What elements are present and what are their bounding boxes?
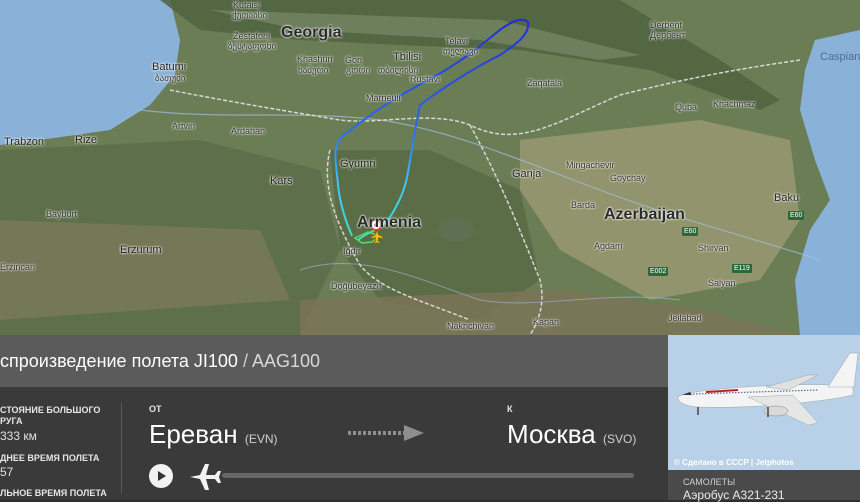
destination-city-name: Москва: [507, 419, 596, 449]
flight-map[interactable]: Georgia Armenia Azerbaijan Caspian Kutai…: [0, 0, 860, 335]
label-telavi: Telavi: [445, 36, 469, 46]
aircraft-photo-image: [668, 335, 860, 470]
playback-header: спроизведение полета JI100 / AAG100: [0, 335, 668, 387]
label-kutaisi-ka: ქუთაისი: [232, 10, 268, 20]
label-ardahan: Ardahan: [231, 126, 266, 136]
avg-time-label: ДНЕЕ ВРЕМЯ ПОЛЕТА: [0, 453, 100, 463]
aircraft-label: САМОЛЕТЫ: [683, 477, 736, 487]
label-rize: Rize: [75, 134, 98, 146]
label-igdir: Iğdır: [343, 246, 362, 256]
label-ganja: Ganja: [512, 168, 542, 180]
label-caspian: Caspian: [820, 51, 860, 63]
label-artvin: Artvin: [172, 121, 196, 131]
destination-code: (SVO): [603, 432, 637, 446]
origin-code: (EVN): [244, 432, 278, 446]
label-marneuli: Marneuli: [366, 93, 401, 103]
label-tbilisi: Tbilisi: [393, 51, 422, 63]
road-shield-e60-baku: E60: [788, 211, 805, 220]
destination-city[interactable]: Москва (SVO): [507, 419, 636, 450]
label-kapan: Kapan: [533, 317, 560, 327]
photo-credit[interactable]: © Сделано в СССР | Jetphotos: [674, 458, 794, 467]
label-dogubeyazit: Doğubeyazıt: [331, 281, 382, 291]
label-trabzon: Trabzon: [4, 136, 44, 148]
avg-time-value: 57: [0, 465, 14, 479]
label-georgia: Georgia: [281, 24, 342, 41]
playback-timeline-slider[interactable]: [222, 473, 634, 478]
page-title: спроизведение полета JI100 / AAG100: [0, 351, 320, 372]
label-shirvan: Shirvan: [698, 243, 729, 253]
label-khashuri-ka: ხაშური: [298, 65, 329, 75]
label-goychay: Goychay: [610, 173, 646, 183]
label-erzurum: Erzurum: [120, 244, 162, 256]
label-derbent: Derbent: [650, 20, 683, 30]
label-gyumri: Gyumri: [340, 158, 376, 170]
label-nakhchivan: Nakhchivan: [447, 321, 495, 331]
label-erzincan: Erzincan: [0, 262, 36, 272]
total-time-label: ЛЬНОЕ ВРЕМЯ ПОЛЕТА: [0, 488, 107, 498]
label-salyan: Salyan: [708, 278, 736, 288]
label-gori: Gori: [345, 55, 363, 65]
label-zaqatala: Zaqatala: [527, 78, 563, 88]
flight-title-main: спроизведение полета JI100: [0, 351, 238, 371]
stats-divider: [121, 403, 122, 493]
label-barda: Barda: [571, 200, 596, 210]
route-arrow-icon: [348, 425, 424, 441]
origin-city-name: Ереван: [149, 419, 238, 449]
label-baku: Baku: [774, 192, 800, 204]
title-separator: /: [237, 351, 252, 371]
label-rustavi: Rustavi: [410, 74, 441, 84]
label-armenia: Armenia: [357, 214, 422, 231]
label-zestafoni: Zestafoni: [233, 31, 271, 41]
to-label: К: [507, 404, 513, 414]
label-mingachevir: Mingachevir: [566, 160, 615, 170]
label-batumi-ka: ბათუმი: [155, 73, 186, 83]
label-bayburt: Bayburt: [46, 209, 78, 219]
flight-title-alt: AAG100: [251, 351, 320, 371]
label-telavi-ka: თელავი: [443, 46, 479, 56]
origin-city[interactable]: Ереван (EVN): [149, 419, 278, 450]
road-shield-e60: E60: [682, 227, 699, 236]
label-azerbaijan: Azerbaijan: [604, 206, 685, 223]
label-khashuri: Khashuri: [297, 54, 333, 64]
label-jeilabad: Jeilabad: [668, 313, 702, 323]
road-shield-e119: E119: [732, 264, 752, 273]
label-gori-ka: გორი: [346, 65, 371, 75]
label-batumi: Batumi: [152, 61, 187, 73]
label-khachmaz: Khachmaz: [713, 99, 756, 109]
label-kars: Kars: [270, 175, 293, 187]
label-agdam: Agdam: [594, 241, 623, 251]
airplane-icon: [190, 464, 221, 490]
label-kutaisi: Kutaisi: [233, 0, 261, 10]
road-shield-e002: E002: [648, 267, 669, 276]
aircraft-photo[interactable]: [668, 335, 860, 470]
label-zestafoni-ka: ზესტაფონი: [228, 41, 277, 51]
from-label: ОТ: [149, 404, 162, 414]
play-button[interactable]: [149, 464, 173, 488]
distance-value: 333 км: [0, 429, 37, 443]
label-quba: Quba: [675, 102, 698, 112]
label-derbent-ru: Дербент: [650, 30, 686, 40]
distance-label: СТОЯНИЕ БОЛЬШОГО РУГА: [0, 405, 101, 426]
